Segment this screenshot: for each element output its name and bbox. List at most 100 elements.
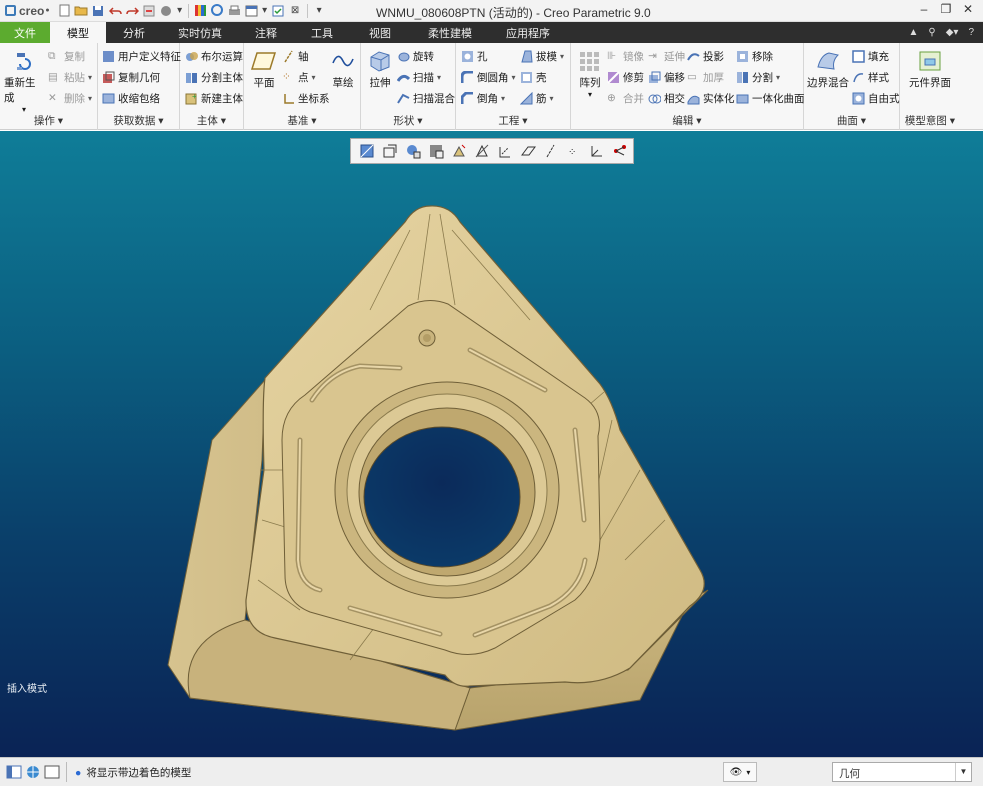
revolve-button[interactable]: 旋转	[397, 47, 434, 65]
hole-icon	[462, 50, 473, 62]
revolve-icon	[398, 52, 410, 61]
merge-icon: ⊕	[607, 91, 616, 104]
browser-toggle-icon[interactable]	[25, 764, 41, 780]
point-button[interactable]: ⁘ 点 ▾	[282, 68, 316, 86]
chevron-down-icon[interactable]: ▼	[955, 763, 971, 781]
round-button[interactable]: 倒圆角 ▾	[461, 68, 516, 86]
copy-geometry-button[interactable]: 复制几何	[102, 68, 160, 86]
copy-button[interactable]: ⧉ 复制	[48, 47, 85, 65]
redo-icon[interactable]	[125, 4, 140, 18]
remove-button[interactable]: 移除	[736, 47, 773, 65]
chamfer-button[interactable]: 倒角 ▾	[461, 89, 505, 107]
offset-button[interactable]: 偏移	[648, 68, 685, 86]
new-file-icon[interactable]	[57, 4, 72, 18]
group-label-operations[interactable]: 操作 ▾	[0, 113, 97, 128]
unify-surface-button[interactable]: 一体化曲面	[736, 89, 805, 107]
axis-button[interactable]: 轴	[282, 47, 309, 65]
mirror-button[interactable]: ⊪ 镜像	[607, 47, 644, 65]
csys-button[interactable]: 坐标系	[282, 89, 330, 107]
window-icon[interactable]	[244, 4, 259, 18]
open-folder-icon[interactable]	[74, 4, 89, 18]
extend-button[interactable]: ⇥ 延伸	[648, 47, 685, 65]
customize-qat-icon[interactable]: ▾	[312, 4, 327, 18]
boundary-blend-button[interactable]: 边界混合	[807, 49, 849, 90]
tab-analysis[interactable]: 分析	[106, 22, 162, 43]
tab-annotate[interactable]: 注释	[238, 22, 294, 43]
udf-button[interactable]: 用户定义特征	[102, 47, 181, 65]
swept-blend-button[interactable]: 扫描混合	[397, 89, 455, 107]
trim-button[interactable]: 修剪	[607, 68, 644, 86]
mode-indicator: 插入模式	[7, 684, 47, 695]
close-icon[interactable]: ✕	[957, 2, 979, 16]
close-window-icon[interactable]: ⊠	[288, 4, 303, 18]
shrinkwrap-button[interactable]: 收缩包络	[102, 89, 160, 107]
group-label-engineering[interactable]: 工程 ▾	[456, 113, 570, 128]
paste-button[interactable]: ▤ 粘贴 ▾	[48, 68, 92, 86]
merge-button[interactable]: ⊕ 合并	[607, 89, 644, 107]
group-label-body[interactable]: 主体 ▾	[180, 113, 243, 128]
graphics-window[interactable]: ⁘ 插入模式	[0, 131, 983, 757]
print-icon[interactable]	[227, 4, 242, 18]
sweep-button[interactable]: 扫描 ▾	[397, 68, 441, 86]
draft-button[interactable]: 拔模 ▾	[520, 47, 564, 65]
pattern-button[interactable]: 阵列 ▾	[576, 49, 604, 99]
appearance-icon[interactable]	[193, 4, 208, 18]
fill-button[interactable]: 填充	[852, 47, 889, 65]
regenerate-manager-icon[interactable]	[210, 4, 225, 18]
delete-button[interactable]: ✕ 删除 ▾	[48, 89, 92, 107]
tab-flexible-modeling[interactable]: 柔性建模	[410, 22, 490, 43]
save-icon[interactable]	[91, 4, 106, 18]
minimize-icon[interactable]: –	[913, 2, 935, 16]
shell-button[interactable]: 壳	[520, 68, 547, 86]
tab-tools[interactable]: 工具	[294, 22, 350, 43]
cutting-insert-model[interactable]	[0, 131, 983, 757]
find-button[interactable]: 👁 ▾	[723, 762, 757, 782]
tab-applications[interactable]: 应用程序	[490, 22, 566, 43]
regenerate-button[interactable]: 重新生成 ▾	[4, 49, 44, 114]
regenerate-small-icon[interactable]	[142, 4, 157, 18]
split-button[interactable]: 分割 ▾	[736, 68, 780, 86]
remove-icon	[737, 50, 748, 62]
tab-file[interactable]: 文件	[0, 22, 50, 43]
search-icon[interactable]: ⚲	[928, 27, 935, 38]
style-button[interactable]: 样式	[852, 68, 889, 86]
selection-filter[interactable]: 几何 ▼	[832, 762, 972, 782]
new-body-button[interactable]: + 新建主体	[185, 89, 243, 107]
intersect-button[interactable]: 相交	[648, 89, 685, 107]
rib-button[interactable]: 筋 ▾	[520, 89, 554, 107]
checklist-icon[interactable]	[271, 4, 286, 18]
split-body-button[interactable]: 分割主体	[185, 68, 243, 86]
plane-button[interactable]: 平面	[248, 49, 280, 90]
group-label-surfaces[interactable]: 曲面 ▾	[804, 113, 899, 128]
undo-icon[interactable]	[108, 4, 123, 18]
boolean-button[interactable]: 布尔运算	[185, 47, 243, 65]
full-screen-icon[interactable]	[44, 764, 60, 780]
sketch-button[interactable]: 草绘	[328, 49, 358, 90]
restore-icon[interactable]: ❐	[935, 2, 957, 16]
tab-view[interactable]: 视图	[350, 22, 410, 43]
unify-surface-label: 一体化曲面	[752, 92, 805, 105]
layers-icon[interactable]: ◆▾	[946, 27, 959, 38]
solidify-button[interactable]: 实体化	[687, 89, 735, 107]
globe-icon[interactable]	[159, 4, 174, 18]
thicken-button[interactable]: ▭ 加厚	[687, 68, 724, 86]
tab-model[interactable]: 模型	[50, 22, 106, 43]
style-label: 样式	[868, 71, 889, 84]
group-label-model-intent[interactable]: 模型意图 ▾	[900, 113, 960, 128]
component-interface-button[interactable]: 元件界面	[904, 49, 956, 90]
group-label-datum[interactable]: 基准 ▾	[244, 113, 360, 128]
help-icon[interactable]: ?	[968, 27, 974, 38]
group-label-get-data[interactable]: 获取数据 ▾	[98, 113, 179, 128]
chevron-down-icon[interactable]: ▾	[176, 4, 184, 18]
rib-icon	[520, 91, 533, 104]
tab-simulation[interactable]: 实时仿真	[162, 22, 238, 43]
group-label-shapes[interactable]: 形状 ▾	[361, 113, 455, 128]
hole-button[interactable]: 孔	[461, 47, 488, 65]
model-tree-toggle-icon[interactable]	[6, 764, 22, 780]
group-label-editing[interactable]: 编辑 ▾	[571, 113, 803, 128]
project-button[interactable]: 投影	[687, 47, 724, 65]
freestyle-button[interactable]: 自由式	[852, 89, 900, 107]
collapse-ribbon-icon[interactable]: ▲	[908, 27, 918, 38]
chevron-down-icon[interactable]: ▾	[261, 4, 269, 18]
extrude-button[interactable]: 拉伸	[364, 49, 396, 90]
